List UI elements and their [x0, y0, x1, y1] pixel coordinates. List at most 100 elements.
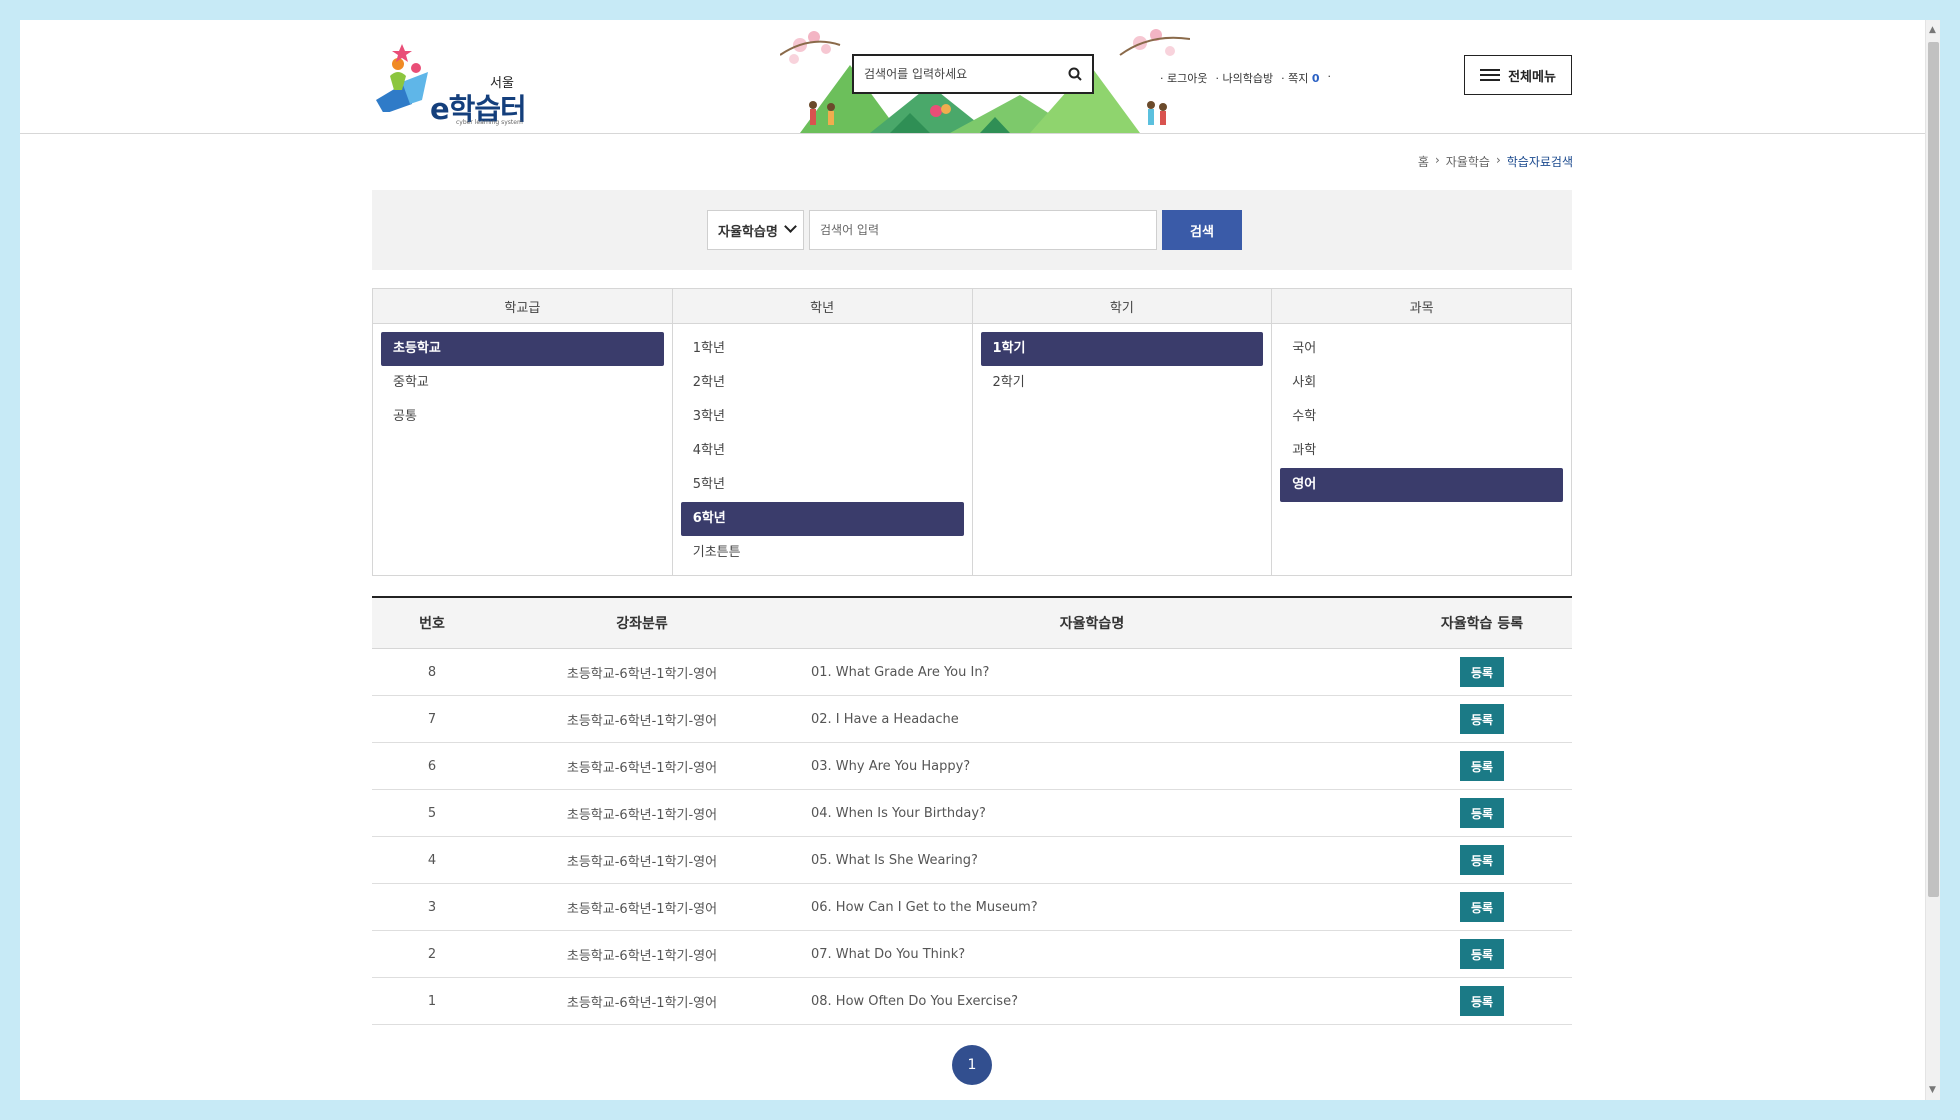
chevron-right-icon: ›	[1434, 153, 1440, 167]
vertical-scrollbar[interactable]: ▲ ▼	[1925, 20, 1940, 1100]
register-button[interactable]: 등록	[1460, 657, 1504, 687]
hamburger-icon	[1480, 69, 1501, 81]
filter-option[interactable]: 1학기	[980, 332, 1264, 366]
keyword-input[interactable]	[809, 210, 1157, 250]
all-menu-label: 전체메뉴	[1508, 69, 1556, 85]
filter-header: 과목	[1272, 289, 1571, 324]
logo-mark-icon	[376, 44, 428, 112]
row-category: 초등학교-6학년-1학기-영어	[566, 666, 718, 682]
filter-option[interactable]: 4학년	[681, 434, 964, 468]
site-logo[interactable]: 서울 e학습터 cyber learning system	[372, 42, 542, 132]
filter-column-semester: 학기 1학기 2학기	[972, 289, 1273, 575]
register-button[interactable]: 등록	[1460, 751, 1504, 781]
row-category: 초등학교-6학년-1학기-영어	[566, 948, 718, 964]
chevron-right-icon: ›	[1495, 153, 1501, 167]
column-header-register: 자율학습 등록	[1440, 616, 1524, 632]
filter-option[interactable]: 3학년	[681, 400, 964, 434]
register-button[interactable]: 등록	[1460, 798, 1504, 828]
filter-option[interactable]: 2학년	[681, 366, 964, 400]
row-number: 1	[427, 993, 437, 1009]
filter-option[interactable]: 사회	[1280, 366, 1563, 400]
row-title[interactable]: 05. What Is She Wearing?	[792, 853, 1392, 868]
all-menu-button[interactable]: 전체메뉴	[1464, 55, 1572, 95]
register-button[interactable]: 등록	[1460, 845, 1504, 875]
row-number: 2	[427, 946, 437, 962]
filter-option[interactable]: 과학	[1280, 434, 1563, 468]
filter-column-school-level: 학교급 초등학교 중학교 공통	[373, 289, 673, 575]
my-room-link[interactable]: · 나의학습방	[1215, 70, 1273, 86]
search-field-select[interactable]: 자율학습명	[707, 210, 804, 250]
table-row: 1 초등학교-6학년-1학기-영어 08. How Often Do You E…	[372, 978, 1572, 1025]
column-header-number: 번호	[419, 616, 445, 632]
row-title[interactable]: 03. Why Are You Happy?	[792, 759, 1392, 774]
register-button[interactable]: 등록	[1460, 704, 1504, 734]
table-row: 8 초등학교-6학년-1학기-영어 01. What Grade Are You…	[372, 649, 1572, 696]
table-row: 3 초등학교-6학년-1학기-영어 06. How Can I Get to t…	[372, 884, 1572, 931]
register-button[interactable]: 등록	[1460, 939, 1504, 969]
filter-header: 학기	[972, 289, 1272, 324]
register-button[interactable]: 등록	[1460, 892, 1504, 922]
row-title[interactable]: 06. How Can I Get to the Museum?	[792, 900, 1392, 915]
filter-header: 학년	[672, 289, 972, 324]
page-button-current[interactable]: 1	[952, 1045, 992, 1085]
filter-option[interactable]: 영어	[1280, 468, 1563, 502]
filter-option[interactable]: 초등학교	[381, 332, 664, 366]
filter-option[interactable]: 중학교	[381, 366, 664, 400]
row-category: 초등학교-6학년-1학기-영어	[566, 760, 718, 776]
row-number: 8	[427, 664, 437, 680]
column-header-category: 강좌분류	[616, 616, 668, 632]
table-row: 2 초등학교-6학년-1학기-영어 07. What Do You Think?…	[372, 931, 1572, 978]
filter-option[interactable]: 2학기	[981, 366, 1264, 400]
breadcrumb: 홈 › 자율학습 › 학습자료검색	[1418, 153, 1573, 170]
row-number: 5	[427, 805, 437, 821]
results-table: 번호 강좌분류 자율학습명 자율학습 등록 8 초등학교-6학년-1학기-영어 …	[372, 596, 1572, 1025]
row-title[interactable]: 01. What Grade Are You In?	[792, 665, 1392, 680]
chevron-down-icon	[784, 220, 797, 233]
site-header: 서울 e학습터 cyber learning system 검색어를 입력하세요…	[20, 20, 1925, 134]
global-search-input[interactable]	[854, 56, 1058, 92]
search-panel: 자율학습명 검색	[372, 190, 1572, 270]
search-button[interactable]: 검색	[1162, 210, 1242, 250]
scrollbar-thumb[interactable]	[1928, 42, 1939, 897]
breadcrumb-self-study[interactable]: 자율학습	[1446, 153, 1490, 170]
row-title[interactable]: 07. What Do You Think?	[792, 947, 1392, 962]
row-number: 6	[427, 758, 437, 774]
filter-column-subject: 과목 국어 사회 수학 과학 영어	[1272, 289, 1571, 575]
filter-option[interactable]: 6학년	[680, 502, 964, 536]
logo-tagline: cyber learning system	[456, 119, 523, 126]
filter-option[interactable]: 기초튼튼	[681, 536, 964, 570]
logout-link[interactable]: · 로그아웃	[1160, 70, 1207, 86]
messages-link[interactable]: · 쪽지 0	[1281, 70, 1319, 86]
filter-option[interactable]: 수학	[1280, 400, 1563, 434]
row-category: 초등학교-6학년-1학기-영어	[566, 901, 718, 917]
register-button[interactable]: 등록	[1460, 986, 1504, 1016]
filter-option[interactable]: 1학년	[681, 332, 964, 366]
row-title[interactable]: 08. How Often Do You Exercise?	[792, 994, 1392, 1009]
breadcrumb-home[interactable]: 홈	[1418, 153, 1429, 170]
row-category: 초등학교-6학년-1학기-영어	[566, 995, 718, 1011]
filter-column-grade: 학년 1학년 2학년 3학년 4학년 5학년 6학년 기초튼튼	[672, 289, 973, 575]
filter-grid: 학교급 초등학교 중학교 공통 학년 1학년 2학년 3학년 4학년 5학년 6…	[372, 288, 1572, 576]
browser-viewport: 서울 e학습터 cyber learning system 검색어를 입력하세요…	[20, 20, 1925, 1100]
messages-count: 0	[1311, 72, 1320, 85]
top-links: · 로그아웃 · 나의학습방 · 쪽지 0 ·	[1160, 70, 1331, 86]
table-header: 번호 강좌분류 자율학습명 자율학습 등록	[372, 598, 1572, 649]
filter-option[interactable]: 국어	[1280, 332, 1563, 366]
row-category: 초등학교-6학년-1학기-영어	[566, 713, 718, 729]
row-title[interactable]: 02. I Have a Headache	[792, 712, 1392, 727]
filter-option[interactable]: 5학년	[681, 468, 964, 502]
row-title[interactable]: 04. When Is Your Birthday?	[792, 806, 1392, 821]
table-row: 6 초등학교-6학년-1학기-영어 03. Why Are You Happy?…	[372, 743, 1572, 790]
global-search-box	[852, 54, 1094, 94]
scroll-up-icon[interactable]: ▲	[1929, 25, 1936, 35]
search-icon[interactable]	[1058, 56, 1092, 92]
filter-option[interactable]: 공통	[381, 400, 664, 434]
scroll-down-icon[interactable]: ▼	[1929, 1085, 1936, 1095]
breadcrumb-current: 학습자료검색	[1506, 155, 1573, 169]
filter-header: 학교급	[373, 289, 672, 324]
table-row: 5 초등학교-6학년-1학기-영어 04. When Is Your Birth…	[372, 790, 1572, 837]
row-category: 초등학교-6학년-1학기-영어	[566, 854, 718, 870]
column-header-title: 자율학습명	[1059, 616, 1125, 632]
row-number: 3	[427, 899, 437, 915]
row-number: 4	[427, 852, 437, 868]
